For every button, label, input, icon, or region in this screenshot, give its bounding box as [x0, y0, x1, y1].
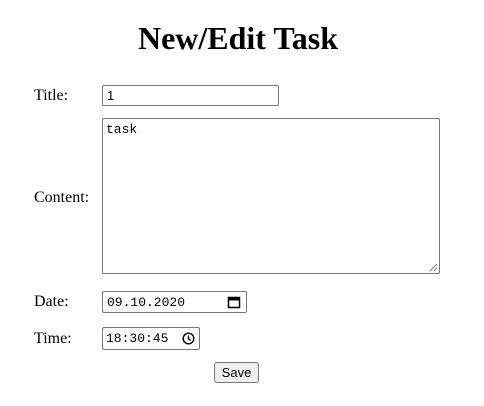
time-input[interactable]: 18:30:45 [102, 327, 200, 350]
date-input[interactable]: 09.10.2020 [102, 291, 247, 313]
time-label: Time: [34, 330, 72, 347]
resize-grip-icon[interactable] [429, 263, 438, 272]
clock-icon[interactable] [182, 332, 195, 345]
page-title: New/Edit Task [137, 20, 339, 56]
content-label: Content: [34, 189, 90, 206]
title-input[interactable]: 1 [102, 85, 279, 106]
content-textarea-value: task [106, 122, 138, 137]
title-input-value: 1 [107, 88, 115, 103]
calendar-icon[interactable] [227, 295, 241, 309]
time-input-value: 18:30:45 [106, 331, 169, 346]
date-label: Date: [34, 293, 69, 310]
title-label: Title: [34, 87, 69, 104]
save-button[interactable]: Save [214, 362, 259, 383]
date-input-value: 09.10.2020 [107, 295, 186, 310]
content-textarea[interactable]: task [102, 118, 440, 274]
